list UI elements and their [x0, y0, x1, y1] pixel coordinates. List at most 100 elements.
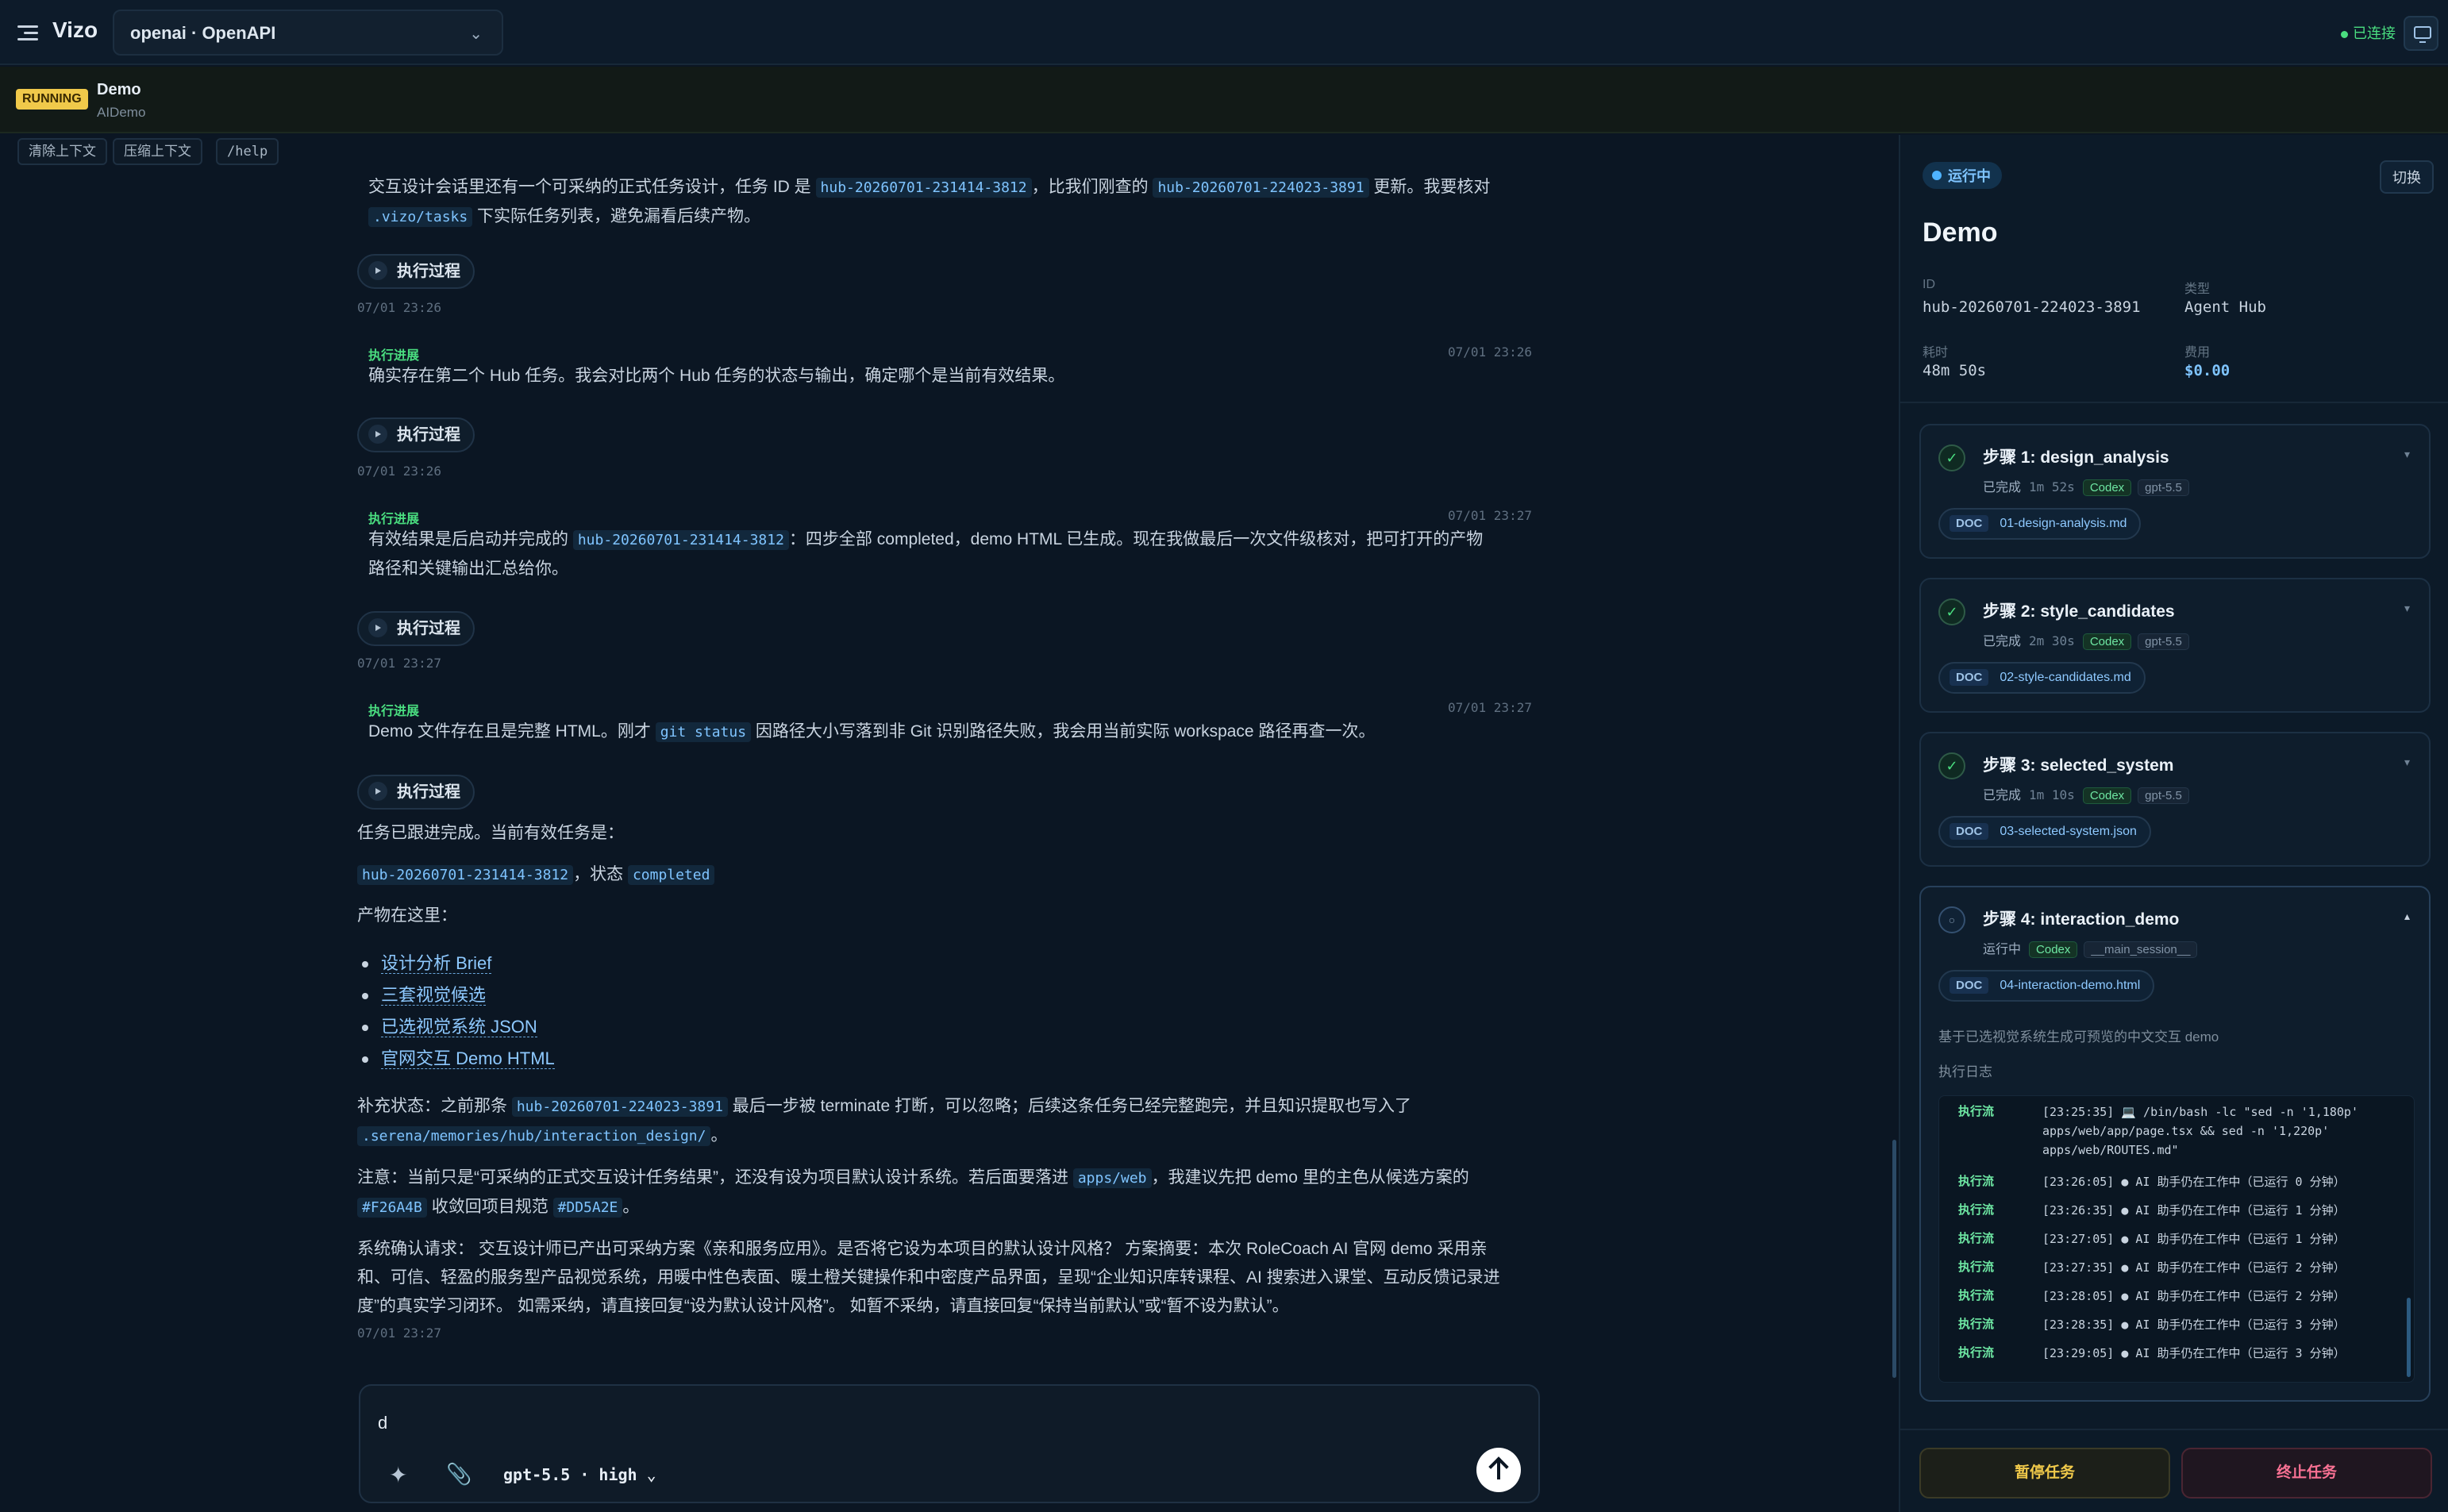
- send-button[interactable]: [1476, 1448, 1521, 1492]
- connection-label: 已连接: [2353, 25, 2396, 41]
- outputs-label: 产物在这里：: [357, 906, 457, 925]
- check-icon: ✓: [1938, 598, 1965, 625]
- output-link[interactable]: 设计分析 Brief: [357, 948, 555, 979]
- execution-toggle[interactable]: 执行过程: [357, 254, 475, 289]
- chat-scrollbar[interactable]: [1892, 1140, 1896, 1378]
- doc-link[interactable]: DOC 01-design-analysis.md: [1938, 508, 2142, 540]
- timestamp: 07/01 23:26: [357, 300, 441, 315]
- app-name: Vizo: [52, 17, 98, 42]
- play-icon: [368, 617, 387, 637]
- help-command-button[interactable]: /help: [216, 138, 279, 165]
- panel-title: Demo: [1923, 217, 1998, 248]
- chevron-down-icon: ⌄: [646, 1465, 656, 1484]
- progress-label: 执行进展: [368, 513, 420, 526]
- supplement-text: 补充状态：之前那条 hub-20260701-224023-3891 最后一步被…: [357, 1097, 1411, 1146]
- timestamp: 07/01 23:27: [1448, 700, 1532, 715]
- task-bar: RUNNING Demo AIDemo: [0, 67, 2448, 133]
- type-label: 类型: [2184, 283, 2211, 296]
- chevron-down-icon: ⌄: [469, 25, 483, 43]
- model-select[interactable]: gpt-5.5 · high ⌄: [503, 1465, 656, 1484]
- log-label: 执行日志: [1938, 1064, 1992, 1079]
- step-title: 步骤 3: selected_system: [1983, 756, 2174, 775]
- step-card-active[interactable]: ○ 步骤 4: interaction_demo ▴ 运行中 Codex __mai…: [1919, 886, 2431, 1402]
- step-title: 步骤 2: style_candidates: [1983, 602, 2175, 621]
- timestamp: 07/01 23:27: [357, 656, 441, 671]
- stop-task-button[interactable]: 终止任务: [2181, 1448, 2432, 1499]
- check-icon: ✓: [1938, 444, 1965, 471]
- step-meta: 运行中 Codex __main_session__: [1983, 938, 2204, 958]
- step-meta: 已完成 1m 52s Codex gpt-5.5: [1983, 476, 2196, 496]
- task-subtitle: AIDemo: [97, 105, 146, 120]
- doc-link[interactable]: DOC 03-selected-system.json: [1938, 816, 2151, 848]
- switch-button[interactable]: 切换: [2380, 160, 2434, 194]
- execution-log[interactable]: 执行流 [23:25:35] 💻 /bin/bash -lc "sed -n '1…: [1938, 1095, 2415, 1383]
- monitor-toggle-button[interactable]: [2404, 16, 2438, 51]
- task-summary: 运行中 切换 Demo ID hub-20260701-224023-3891 …: [1900, 135, 2448, 403]
- step-meta: 已完成 1m 10s Codex gpt-5.5: [1983, 784, 2196, 804]
- paperclip-icon[interactable]: 📎: [446, 1462, 472, 1487]
- system-confirm-text: 系统确认请求： 交互设计师已产出可采纳方案《亲和服务应用》。是否将它设为本项目的…: [357, 1240, 1500, 1315]
- chevron-up-icon[interactable]: ▴: [2404, 910, 2410, 923]
- status-dot-icon: [1932, 171, 1942, 181]
- menu-icon[interactable]: [14, 19, 41, 46]
- step-card[interactable]: ✓ 步骤 3: selected_system ▾ 已完成 1m 10s Codex…: [1919, 732, 2431, 867]
- execution-toggle[interactable]: 执行过程: [357, 775, 475, 810]
- pause-task-button[interactable]: 暂停任务: [1919, 1448, 2170, 1499]
- chevron-down-icon[interactable]: ▾: [2404, 756, 2410, 769]
- duration-label: 耗时: [1923, 346, 1949, 360]
- message-text: 交互设计会话里还有一个可采纳的正式任务设计，任务 ID 是 hub-202607…: [368, 178, 1491, 227]
- status-dot-icon: [2341, 30, 2348, 38]
- monitor-icon: [2414, 26, 2431, 39]
- output-links: 设计分析 Brief 三套视觉候选 已选视觉系统 JSON 官网交互 Demo …: [357, 948, 555, 1075]
- step-card[interactable]: ✓ 步骤 1: design_analysis ▾ 已完成 1m 52s Codex…: [1919, 424, 2431, 559]
- output-link[interactable]: 三套视觉候选: [357, 979, 555, 1011]
- type-value: Agent Hub: [2184, 298, 2266, 316]
- provider-select[interactable]: openai · OpenAPI ⌄: [113, 10, 503, 56]
- clear-context-button[interactable]: 清除上下文: [17, 138, 107, 165]
- message-composer: d ✦ 📎 gpt-5.5 · high ⌄: [359, 1384, 1540, 1503]
- pending-icon: ○: [1938, 906, 1965, 933]
- timestamp: 07/01 23:26: [1448, 344, 1532, 360]
- note-text: 注意：当前只是“可采纳的正式交互设计任务结果”，还没有设为项目默认设计系统。若后…: [357, 1168, 1469, 1218]
- message-input[interactable]: d: [378, 1413, 387, 1433]
- id-label: ID: [1923, 278, 1935, 291]
- execution-toggle[interactable]: 执行过程: [357, 611, 475, 646]
- connection-status: 已连接: [2341, 22, 2396, 43]
- chevron-down-icon[interactable]: ▾: [2404, 602, 2410, 615]
- chat-actions: 清除上下文 压缩上下文 /help: [0, 135, 1897, 171]
- summary-task: hub-20260701-231414-3812 ，状态 completed: [357, 860, 1540, 890]
- step-title: 步骤 4: interaction_demo: [1983, 910, 2180, 929]
- task-detail-panel: 运行中 切换 Demo ID hub-20260701-224023-3891 …: [1899, 135, 2448, 1512]
- play-icon: [368, 260, 387, 280]
- play-icon: [368, 424, 387, 444]
- duration-value: 48m 50s: [1923, 362, 1987, 379]
- divider: [1900, 1429, 2448, 1430]
- progress-text: 有效结果是后启动并完成的 hub-20260701-231414-3812 ：四步…: [368, 530, 1484, 578]
- step-card[interactable]: ✓ 步骤 2: style_candidates ▾ 已完成 2m 30s Code…: [1919, 578, 2431, 713]
- running-badge: RUNNING: [16, 89, 88, 110]
- doc-link[interactable]: DOC 02-style-candidates.md: [1938, 662, 2146, 694]
- step-description: 基于已选视觉系统生成可预览的中文交互 demo: [1938, 1029, 2219, 1045]
- doc-link[interactable]: DOC 04-interaction-demo.html: [1938, 970, 2155, 1002]
- step-title: 步骤 1: design_analysis: [1983, 448, 2169, 467]
- compress-context-button[interactable]: 压缩上下文: [113, 138, 202, 165]
- timestamp: 07/01 23:27: [357, 1325, 441, 1341]
- summary-text: 任务已跟进完成。当前有效任务是：: [357, 824, 624, 842]
- id-value: hub-20260701-224023-3891: [1923, 298, 2141, 316]
- sparkle-icon[interactable]: ✦: [389, 1462, 407, 1488]
- cost-value: $0.00: [2184, 362, 2231, 379]
- step-meta: 已完成 2m 30s Codex gpt-5.5: [1983, 630, 2196, 650]
- progress-label: 执行进展: [368, 349, 420, 363]
- progress-text: 确实存在第二个 Hub 任务。我会对比两个 Hub 任务的状态与输出，确定哪个是…: [368, 367, 1065, 385]
- chat-transcript: 交互设计会话里还有一个可采纳的正式任务设计，任务 ID 是 hub-202607…: [0, 173, 1897, 1379]
- check-icon: ✓: [1938, 752, 1965, 779]
- chevron-down-icon[interactable]: ▾: [2404, 448, 2410, 461]
- output-link[interactable]: 官网交互 Demo HTML: [357, 1043, 555, 1075]
- task-title[interactable]: Demo: [97, 81, 141, 99]
- progress-label: 执行进展: [368, 705, 420, 718]
- timestamp: 07/01 23:27: [1448, 508, 1532, 523]
- execution-toggle[interactable]: 执行过程: [357, 417, 475, 452]
- status-badge: 运行中: [1923, 162, 2002, 189]
- log-scrollbar[interactable]: [2407, 1298, 2411, 1377]
- output-link[interactable]: 已选视觉系统 JSON: [357, 1011, 555, 1043]
